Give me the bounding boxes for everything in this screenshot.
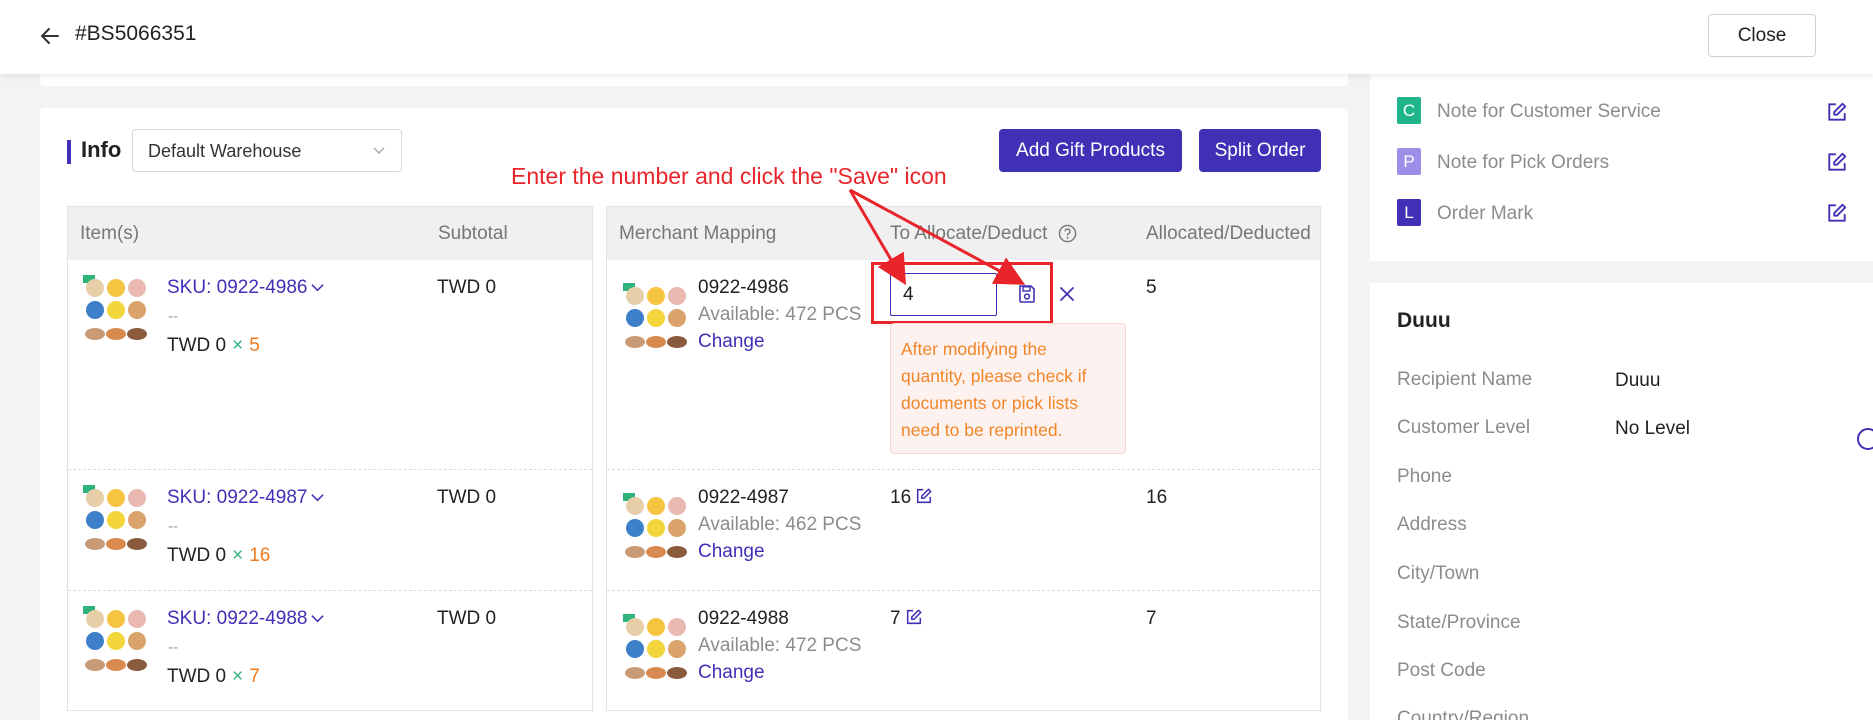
mapped-sku: 0922-4988 bbox=[698, 608, 789, 629]
allocated-value: 16 bbox=[1146, 487, 1168, 508]
info-title: Info bbox=[81, 137, 122, 162]
field-label: Phone bbox=[1397, 466, 1452, 487]
add-gift-products-button[interactable]: Add Gift Products bbox=[999, 129, 1182, 172]
unit-price: TWD 0 × 7 bbox=[167, 666, 260, 687]
subtotal-value: TWD 0 bbox=[437, 608, 497, 629]
note-label: Note for Customer Service bbox=[1437, 101, 1661, 122]
back-arrow-icon[interactable] bbox=[38, 24, 62, 48]
product-thumbnail bbox=[82, 484, 150, 554]
to-allocate-value: 7 bbox=[890, 608, 923, 630]
row-divider bbox=[68, 469, 592, 470]
note-label: Note for Pick Orders bbox=[1437, 152, 1610, 173]
field-label: Recipient Name bbox=[1397, 369, 1533, 390]
product-thumbnail bbox=[82, 274, 150, 344]
split-order-button[interactable]: Split Order bbox=[1199, 129, 1321, 172]
field-label: State/Province bbox=[1397, 612, 1521, 633]
warehouse-select[interactable]: Default Warehouse bbox=[132, 129, 402, 172]
note-badge: P bbox=[1397, 148, 1421, 175]
row-divider bbox=[607, 590, 1320, 591]
field-value: No Level bbox=[1615, 418, 1690, 439]
order-id-title: #BS5066351 bbox=[75, 22, 197, 45]
header-subtotal: Subtotal bbox=[438, 223, 508, 244]
recipient-title: Duuu bbox=[1397, 309, 1451, 332]
sku-link[interactable]: SKU: 0922-4986 bbox=[167, 277, 325, 299]
variant-placeholder: -- bbox=[168, 518, 178, 535]
header-allocated: Allocated/Deducted bbox=[1146, 223, 1311, 244]
sku-link[interactable]: SKU: 0922-4988 bbox=[167, 608, 325, 630]
edit-icon[interactable] bbox=[905, 608, 923, 626]
items-table-header: Item(s) Subtotal bbox=[68, 207, 592, 260]
unit-price: TWD 0 × 16 bbox=[167, 545, 271, 566]
top-bar: #BS5066351 Close bbox=[0, 0, 1873, 74]
header-to-allocate: To Allocate/Deduct bbox=[890, 223, 1048, 244]
row-divider bbox=[68, 590, 592, 591]
product-thumbnail bbox=[622, 613, 690, 683]
change-mapping-link[interactable]: Change bbox=[698, 331, 765, 353]
available-stock: Available: 472 PCS bbox=[698, 304, 862, 325]
subtotal-value: TWD 0 bbox=[437, 487, 497, 508]
row-divider bbox=[607, 469, 1320, 470]
available-stock: Available: 472 PCS bbox=[698, 635, 862, 656]
annotation-text: Enter the number and click the "Save" ic… bbox=[511, 163, 947, 189]
subtotal-value: TWD 0 bbox=[437, 277, 497, 298]
unit-price: TWD 0 × 5 bbox=[167, 335, 260, 356]
variant-placeholder: -- bbox=[168, 308, 178, 325]
floating-action-button[interactable] bbox=[1857, 428, 1873, 450]
available-stock: Available: 462 PCS bbox=[698, 514, 862, 535]
note-badge: C bbox=[1397, 97, 1421, 124]
info-accent-bar bbox=[67, 140, 71, 164]
recipient-card bbox=[1370, 283, 1873, 720]
field-label: Customer Level bbox=[1397, 417, 1531, 438]
change-mapping-link[interactable]: Change bbox=[698, 662, 765, 684]
header-merchant-mapping: Merchant Mapping bbox=[619, 223, 777, 244]
mapped-sku: 0922-4986 bbox=[698, 277, 789, 298]
product-thumbnail bbox=[622, 282, 690, 352]
field-label: Post Code bbox=[1397, 660, 1486, 681]
field-label: City/Town bbox=[1397, 563, 1480, 584]
field-label: Address bbox=[1397, 514, 1467, 535]
edit-icon[interactable] bbox=[1826, 151, 1848, 173]
to-allocate-value: 16 bbox=[890, 487, 933, 509]
sku-link[interactable]: SKU: 0922-4987 bbox=[167, 487, 325, 509]
change-mapping-link[interactable]: Change bbox=[698, 541, 765, 563]
field-label: Country/Region bbox=[1397, 708, 1530, 720]
chevron-down-icon bbox=[310, 615, 324, 623]
allocated-value: 7 bbox=[1146, 608, 1157, 629]
note-label: Order Mark bbox=[1437, 203, 1534, 224]
edit-icon[interactable] bbox=[915, 487, 933, 505]
chevron-down-icon bbox=[373, 147, 385, 154]
product-thumbnail bbox=[82, 605, 150, 675]
mapping-table-header: Merchant Mapping To Allocate/Deduct Allo… bbox=[607, 207, 1320, 260]
previous-card-bottom bbox=[40, 74, 1348, 86]
chevron-down-icon bbox=[310, 284, 324, 292]
edit-icon[interactable] bbox=[1826, 202, 1848, 224]
annotation-highlight-box bbox=[871, 262, 1053, 324]
allocated-value: 5 bbox=[1146, 277, 1157, 298]
reprint-warning-tooltip: After modifying the quantity, please che… bbox=[890, 323, 1126, 454]
product-thumbnail bbox=[622, 492, 690, 562]
field-value: Duuu bbox=[1615, 370, 1661, 391]
warehouse-value: Default Warehouse bbox=[148, 141, 302, 161]
note-badge: L bbox=[1397, 199, 1421, 226]
help-icon[interactable] bbox=[1058, 224, 1077, 243]
edit-icon[interactable] bbox=[1826, 101, 1848, 123]
chevron-down-icon bbox=[310, 494, 324, 502]
variant-placeholder: -- bbox=[168, 639, 178, 656]
close-button[interactable]: Close bbox=[1708, 14, 1816, 57]
header-items: Item(s) bbox=[80, 223, 140, 244]
mapped-sku: 0922-4987 bbox=[698, 487, 789, 508]
cancel-icon[interactable] bbox=[1058, 285, 1076, 303]
